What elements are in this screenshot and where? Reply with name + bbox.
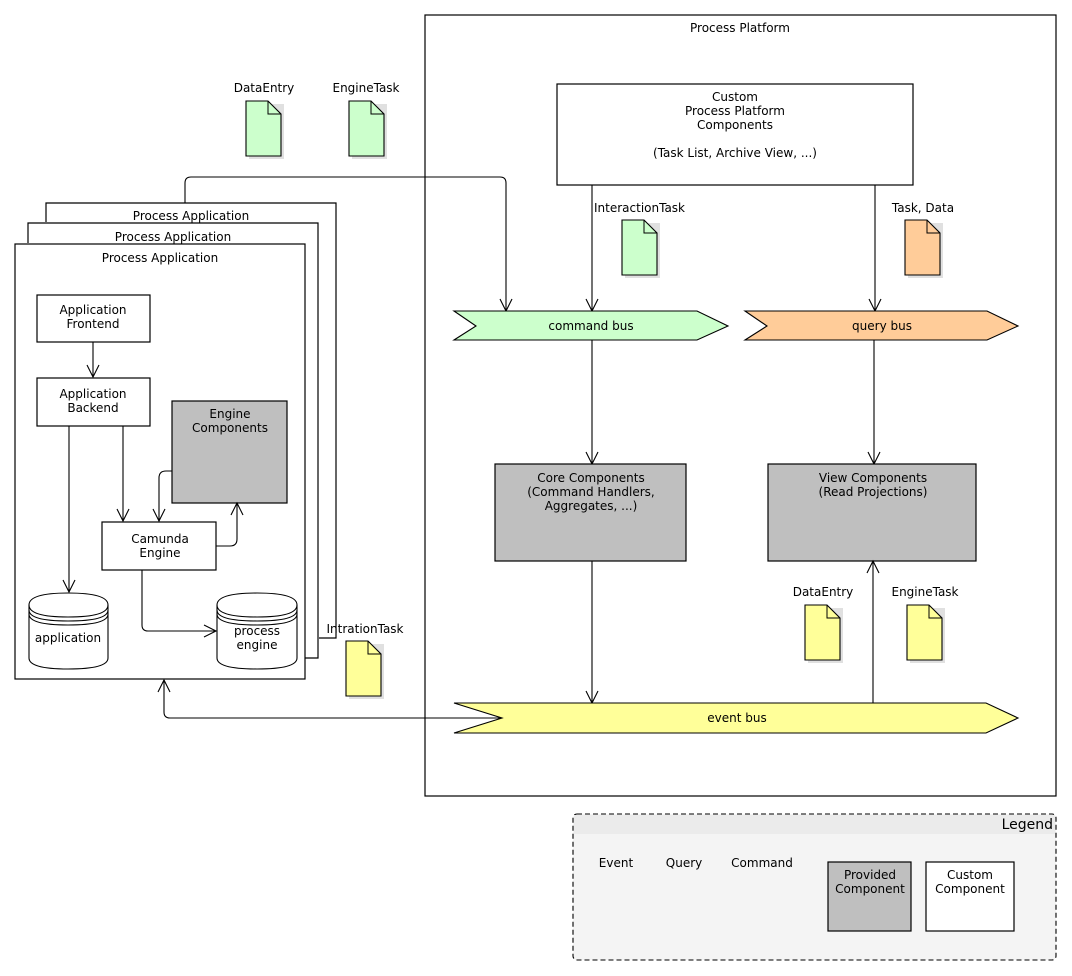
legend-provided-line-1: Provided (844, 868, 896, 882)
db-process-engine-line-2: engine (237, 638, 278, 652)
event-bus-label: event bus (707, 711, 766, 725)
db-application-label: application (35, 631, 101, 645)
process-platform-title: Process Platform (690, 21, 790, 35)
legend-command-label: Command (731, 856, 793, 870)
doc-icon-engine-task-top (348, 100, 387, 159)
core-components-line-2: (Command Handlers, (527, 485, 655, 499)
engine-task-label-platform: EngineTask (891, 585, 958, 599)
core-components: Core Components (Command Handlers, Aggre… (494, 463, 687, 562)
process-application-title-back: Process Application (133, 209, 249, 223)
db-process-engine-line-1: process (234, 624, 280, 638)
view-components-line-1: View Components (819, 471, 927, 485)
interaction-task-label: InteractionTask (594, 201, 685, 215)
doc-icon-interaction-task (621, 219, 660, 278)
engine-components-line-2: Components (192, 421, 268, 435)
legend-provided-line-2: Component (835, 882, 905, 896)
data-entry-label-platform: DataEntry (793, 585, 854, 599)
backend-line-1: Application (59, 387, 126, 401)
doc-icon-data-entry-platform (804, 604, 843, 663)
command-bus: command bus (452, 310, 730, 341)
legend-title: Legend (1002, 817, 1053, 833)
doc-icon-intration-task (345, 640, 384, 699)
view-components-line-2: (Read Projections) (819, 485, 928, 499)
custom-components-line-3: Components (697, 118, 773, 132)
core-components-line-3: Aggregates, ...) (545, 499, 638, 513)
legend-event-label: Event (599, 856, 634, 870)
doc-icon-engine-task-platform (906, 604, 945, 663)
custom-components-line-5: (Task List, Archive View, ...) (653, 146, 817, 160)
doc-icon-task-data (904, 219, 943, 278)
application-frontend: Application Frontend (36, 294, 151, 343)
engine-task-label-top: EngineTask (332, 81, 399, 95)
engine-components-line-1: Engine (209, 407, 250, 421)
core-components-line-1: Core Components (537, 471, 645, 485)
command-bus-label: command bus (548, 319, 633, 333)
frontend-line-1: Application (59, 303, 126, 317)
process-application-title-front: Process Application (102, 251, 218, 265)
custom-components-line-1: Custom (712, 90, 758, 104)
event-bus: event bus (453, 702, 1020, 734)
custom-platform-components: Custom Process Platform Components (Task… (556, 83, 914, 186)
camunda-line-1: Camunda (131, 532, 189, 546)
data-entry-label-top: DataEntry (234, 81, 295, 95)
camunda-line-2: Engine (139, 546, 180, 560)
camunda-engine: Camunda Engine (101, 521, 217, 571)
database-application: application (28, 592, 109, 670)
engine-components: Engine Components (171, 400, 288, 504)
query-bus-label: query bus (852, 319, 912, 333)
intration-task-label: IntrationTask (326, 622, 403, 636)
view-components: View Components (Read Projections) (767, 463, 977, 562)
database-process-engine: process engine (216, 592, 298, 670)
application-backend: Application Backend (36, 377, 151, 427)
doc-icon-data-entry-top (245, 100, 284, 159)
backend-line-2: Backend (67, 401, 118, 415)
custom-components-line-2: Process Platform (685, 104, 785, 118)
legend: Legend Event Query Command Provided Comp… (572, 813, 1057, 961)
legend-header (574, 815, 1055, 834)
legend-query-label: Query (666, 856, 702, 870)
architecture-diagram: Process Platform Custom Process Platform… (14, 14, 1057, 961)
legend-custom-line-1: Custom (947, 868, 993, 882)
frontend-line-2: Frontend (67, 317, 120, 331)
query-bus: query bus (743, 310, 1020, 341)
task-data-label: Task, Data (891, 201, 954, 215)
legend-custom-line-2: Component (935, 882, 1005, 896)
process-application-title-middle: Process Application (115, 230, 231, 244)
